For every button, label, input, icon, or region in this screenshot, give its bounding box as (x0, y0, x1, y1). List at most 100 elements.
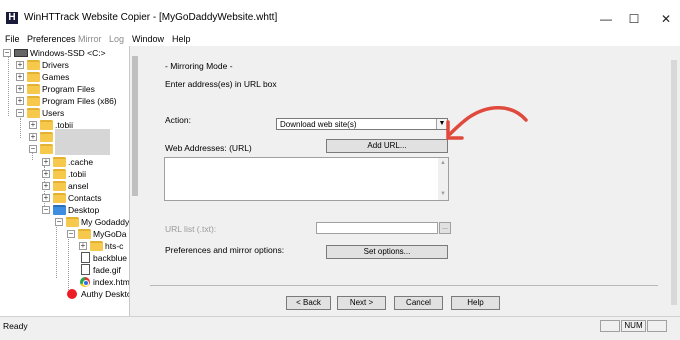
menu-log[interactable]: Log (109, 33, 124, 45)
expand-icon[interactable]: + (42, 194, 50, 202)
expand-icon[interactable]: + (16, 61, 24, 69)
help-button[interactable]: Help (451, 296, 500, 310)
tree-scrollbar-thumb[interactable] (132, 56, 138, 196)
folder-icon (53, 181, 66, 191)
folder-icon (40, 144, 53, 154)
authy-icon (67, 289, 77, 299)
collapse-icon[interactable]: − (29, 145, 37, 153)
web-addresses-label: Web Addresses: (URL) (165, 143, 252, 153)
wizard-scrollbar-thumb[interactable] (671, 60, 677, 305)
tree-item-label: hts-c (105, 241, 124, 251)
tree-item-label: Authy Deskto (81, 289, 130, 299)
url-list-browse-button[interactable]: ... (439, 222, 451, 234)
collapse-icon[interactable]: − (55, 218, 63, 226)
tree-item-label: Users (42, 108, 65, 118)
folder-icon (53, 157, 66, 167)
folder-icon (90, 241, 103, 251)
set-options-button[interactable]: Set options... (326, 245, 448, 259)
action-dropdown[interactable]: Download web site(s) ▼ (276, 118, 448, 130)
folder-icon (27, 84, 40, 94)
num-lock-indicator: NUM (621, 320, 646, 332)
status-pane-blank-2 (647, 320, 667, 332)
collapse-icon[interactable]: − (42, 206, 50, 214)
expand-icon[interactable]: + (29, 121, 37, 129)
collapse-icon[interactable]: − (67, 230, 75, 238)
menu-window[interactable]: Window (132, 33, 164, 45)
tree-item-label: Contacts (68, 193, 102, 203)
preferences-label: Preferences and mirror options: (165, 245, 285, 255)
tree-item-label: index.htm (93, 277, 130, 287)
action-label: Action: (165, 115, 191, 125)
expand-icon[interactable]: + (42, 182, 50, 190)
status-pane-blank (600, 320, 620, 332)
expand-icon[interactable]: + (16, 73, 24, 81)
url-list-input[interactable] (316, 222, 438, 234)
instruction-text: Enter address(es) in URL box (165, 79, 277, 89)
expand-icon[interactable]: + (42, 170, 50, 178)
url-textarea-scrollbar[interactable]: ▲ ▼ (438, 158, 448, 200)
collapse-icon[interactable]: − (16, 109, 24, 117)
folder-icon (27, 60, 40, 70)
folder-icon (53, 169, 66, 179)
expand-icon[interactable]: + (16, 85, 24, 93)
folder-icon (40, 132, 53, 142)
expand-icon[interactable]: + (16, 97, 24, 105)
tree-item-label: My Godaddy (81, 217, 130, 227)
title-bar: H WinHTTrack Website Copier - [MyGoDaddy… (0, 0, 680, 34)
window-title: WinHTTrack Website Copier - [MyGoDaddyWe… (24, 12, 278, 23)
folder-icon (53, 193, 66, 203)
folder-icon (27, 108, 40, 118)
folder-icon (40, 120, 53, 130)
folder-icon (66, 217, 79, 227)
tree-item-label: Program Files (42, 84, 95, 94)
tree-item-label: .cache (68, 157, 94, 167)
action-dropdown-value: Download web site(s) (280, 120, 357, 129)
menu-bar: File Preferences Mirror Log Window Help (0, 32, 680, 46)
file-icon (81, 252, 90, 263)
tree-item-label: Drivers (42, 60, 69, 70)
folder-icon (27, 72, 40, 82)
tree-item-label: fade.gif (93, 265, 121, 275)
menu-help[interactable]: Help (172, 33, 191, 45)
status-bar: Ready NUM (0, 316, 680, 340)
scroll-down-icon[interactable]: ▼ (440, 191, 446, 197)
close-button[interactable]: ✕ (644, 8, 680, 30)
menu-file[interactable]: File (5, 33, 20, 45)
cancel-button[interactable]: Cancel (394, 296, 443, 310)
chrome-icon (80, 277, 90, 287)
folder-icon (27, 96, 40, 106)
tree-item-label: backblue (93, 253, 128, 263)
separator (150, 285, 658, 286)
redacted-area (55, 129, 110, 155)
tree-item-label: MyGoDa (93, 229, 127, 239)
back-button[interactable]: < Back (286, 296, 331, 310)
tree-scrollbar[interactable] (130, 46, 142, 316)
tree-item-label: .tobii (68, 169, 86, 179)
mirroring-mode-heading: - Mirroring Mode - (165, 61, 233, 71)
tree-item-label: Games (42, 72, 70, 82)
drive-icon (14, 49, 28, 57)
wizard-scrollbar[interactable] (668, 46, 680, 316)
tree-item-label: Program Files (x86) (42, 96, 117, 106)
tree-item-label: ansel (68, 181, 89, 191)
expand-icon[interactable]: + (79, 242, 87, 250)
folder-icon (78, 229, 91, 239)
expand-icon[interactable]: + (29, 133, 37, 141)
menu-mirror[interactable]: Mirror (78, 33, 102, 45)
tree-item-label: Windows-SSD <C:> (30, 48, 106, 58)
url-textarea[interactable]: ▲ ▼ (164, 157, 449, 201)
status-text: Ready (3, 321, 28, 331)
next-button[interactable]: Next > (337, 296, 386, 310)
url-list-label: URL list (.txt): (165, 224, 217, 234)
menu-preferences[interactable]: Preferences (27, 33, 76, 45)
expand-icon[interactable]: + (42, 158, 50, 166)
folder-tree[interactable]: − Windows-SSD <C:> + Drivers + Games + P… (0, 46, 130, 316)
collapse-icon[interactable]: − (3, 49, 11, 57)
annotation-arrow-icon (446, 106, 528, 140)
tree-item-label: Desktop (68, 205, 100, 215)
httrack-app-icon: H (6, 12, 18, 24)
desktop-folder-icon (53, 205, 66, 215)
file-icon (81, 264, 90, 275)
add-url-button[interactable]: Add URL... (326, 139, 448, 153)
scroll-up-icon[interactable]: ▲ (440, 160, 446, 166)
